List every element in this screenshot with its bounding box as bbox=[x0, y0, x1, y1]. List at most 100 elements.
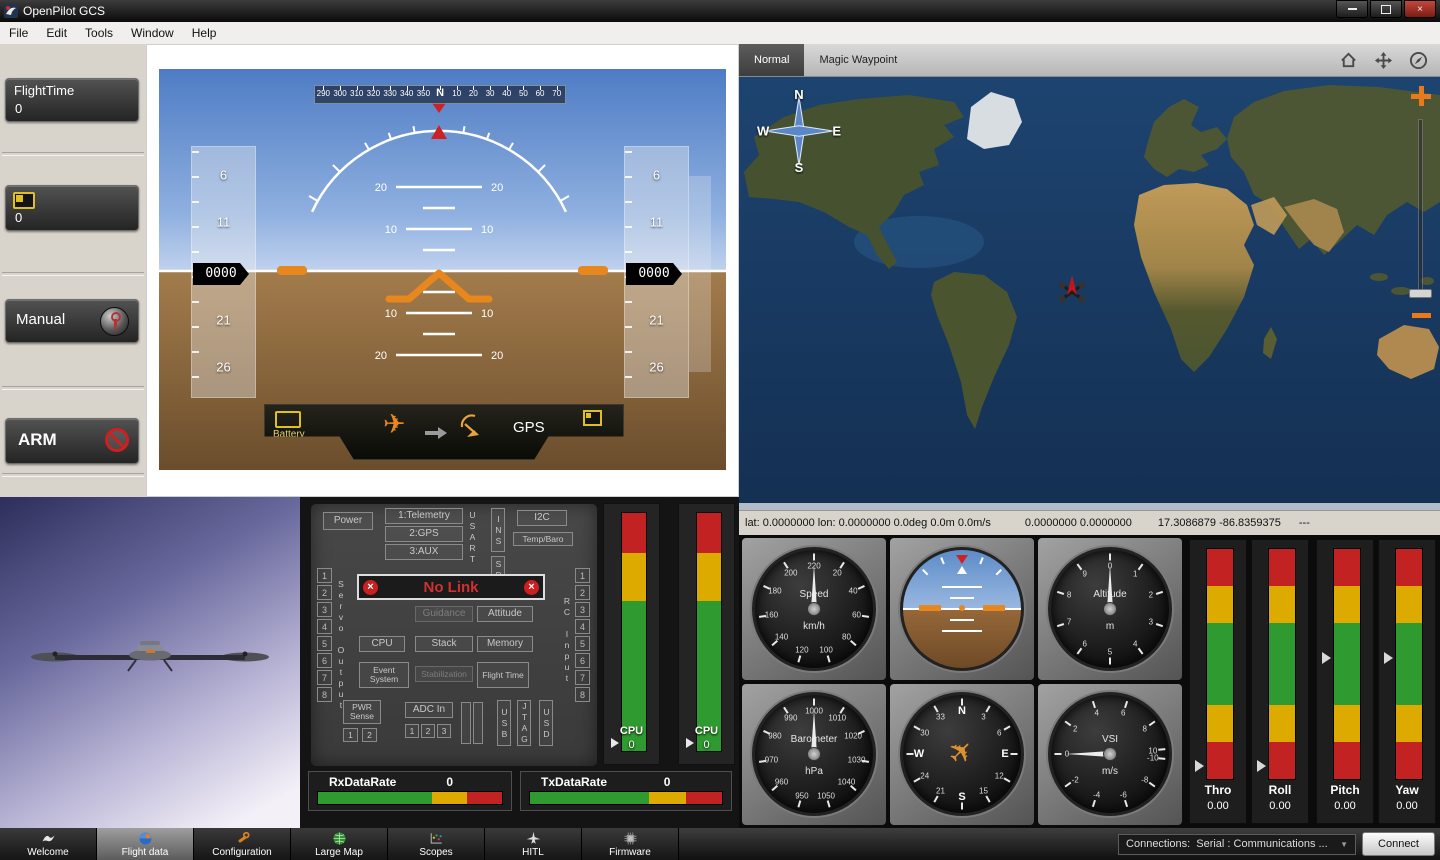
gauge-tick bbox=[985, 706, 990, 713]
map-tab-normal[interactable]: Normal bbox=[739, 44, 804, 76]
tab-hitl[interactable]: HITL bbox=[485, 828, 582, 860]
tab-welcome[interactable]: Welcome bbox=[0, 828, 97, 860]
world-map[interactable]: N S W E bbox=[739, 77, 1440, 510]
connection-dropdown[interactable]: Connections: Serial : Communications ...… bbox=[1118, 834, 1356, 855]
svg-text:10: 10 bbox=[481, 308, 493, 320]
mode-toolbar: WelcomeFlight dataConfigurationLarge Map… bbox=[0, 828, 1440, 860]
slider-value: 0.00 bbox=[1252, 800, 1308, 812]
connection-area: Connections: Serial : Communications ...… bbox=[1118, 828, 1440, 860]
uav-marker-icon[interactable] bbox=[1057, 273, 1087, 309]
battery-value: 0 bbox=[15, 210, 22, 225]
rose-west-label: W bbox=[757, 124, 769, 139]
gauge-tick bbox=[813, 553, 815, 560]
maximize-button[interactable] bbox=[1370, 0, 1402, 18]
no-link-banner: × No Link × bbox=[357, 574, 545, 600]
tab-flight-data[interactable]: Flight data bbox=[97, 828, 194, 860]
pan-move-icon[interactable] bbox=[1374, 51, 1393, 70]
cpu-gauge-label: CPU bbox=[679, 725, 734, 737]
sys-power: Power bbox=[323, 512, 373, 530]
gauge-tick-label: 970 bbox=[765, 756, 778, 765]
model-3d-view[interactable] bbox=[0, 497, 300, 828]
heading-tick bbox=[490, 86, 491, 90]
gauge-hub bbox=[1103, 747, 1117, 761]
sidebar-separator bbox=[2, 272, 144, 276]
gauge-tick bbox=[1138, 563, 1144, 570]
heading-tape: 290300310320330340350N10203040506070 bbox=[314, 85, 566, 104]
map-tabs: NormalMagic Waypoint bbox=[739, 44, 912, 76]
gauge-tick-label: -6 bbox=[1120, 791, 1127, 800]
rose-north-label: N bbox=[794, 87, 803, 102]
gauge-unit: km/h bbox=[755, 621, 873, 632]
gauge-tick bbox=[961, 803, 963, 810]
gauge-tick-label: 30 bbox=[920, 728, 929, 737]
minimize-button[interactable] bbox=[1336, 0, 1368, 18]
gauge-tick-label: 0 bbox=[1108, 561, 1112, 570]
sys-telemetry: 1:Telemetry bbox=[385, 508, 463, 524]
map-compass-rose: N S W E bbox=[757, 89, 841, 173]
barometer-gauge-face: Barometer hPa 95096097098099010001010102… bbox=[752, 692, 876, 816]
gauge-tick-label: 950 bbox=[795, 791, 808, 800]
cpu-gauge-track bbox=[621, 512, 647, 752]
locate-uav-icon[interactable] bbox=[1409, 51, 1428, 70]
heading-mark-60: 60 bbox=[532, 86, 549, 103]
slider-track bbox=[1395, 548, 1423, 780]
altitude-tape: 0000 6112126 bbox=[624, 146, 689, 398]
sys-guidance: Guidance bbox=[415, 606, 473, 622]
rc-channel-6: 6 bbox=[575, 653, 590, 668]
gauge-tick-label: 3 bbox=[981, 713, 985, 722]
heading-mark-40: 40 bbox=[498, 86, 515, 103]
gauge-tick-label: 2 bbox=[1073, 724, 1077, 733]
menu-help[interactable]: Help bbox=[183, 24, 226, 42]
servo-channel-6: 6 bbox=[317, 653, 332, 668]
heading-tick bbox=[557, 86, 558, 90]
connection-value: Serial : Communications ... bbox=[1196, 838, 1327, 850]
mode-tabs: WelcomeFlight dataConfigurationLarge Map… bbox=[0, 828, 679, 860]
menu-file[interactable]: File bbox=[0, 24, 37, 42]
heading-label: 350 bbox=[415, 90, 432, 98]
gauge-tick-label: 4 bbox=[1094, 709, 1098, 718]
map-tab-magic-waypoint[interactable]: Magic Waypoint bbox=[804, 44, 912, 76]
sys-adc-in: ADC In bbox=[405, 702, 453, 718]
tab-configuration[interactable]: Configuration bbox=[194, 828, 291, 860]
gauge-tick-label: 6 bbox=[997, 728, 1001, 737]
connect-button[interactable]: Connect bbox=[1362, 832, 1435, 856]
zoom-in-button[interactable] bbox=[1410, 85, 1432, 107]
gauge-tick bbox=[1149, 721, 1156, 727]
heading-mark-340: 340 bbox=[398, 86, 415, 103]
gauge-tick bbox=[1065, 721, 1072, 727]
heading-tick bbox=[357, 86, 358, 90]
slider-track bbox=[1333, 548, 1361, 780]
title-bar: OpenPilot GCS × bbox=[0, 0, 1440, 22]
close-button[interactable]: × bbox=[1404, 0, 1436, 18]
tab-firmware[interactable]: Firmware bbox=[582, 828, 679, 860]
sidebar-separator bbox=[2, 386, 144, 390]
speed-tape: 0000 6112126 bbox=[191, 146, 256, 398]
speed-value-box: 0000 bbox=[193, 263, 249, 285]
gauge-tick-label: 200 bbox=[784, 568, 797, 577]
rc-channel-2: 2 bbox=[575, 585, 590, 600]
tab-scopes[interactable]: Scopes bbox=[388, 828, 485, 860]
menu-tools[interactable]: Tools bbox=[76, 24, 122, 42]
wrench-icon bbox=[235, 831, 250, 846]
tab-large-map[interactable]: Large Map bbox=[291, 828, 388, 860]
menu-edit[interactable]: Edit bbox=[37, 24, 76, 42]
gauge-tick-label: 980 bbox=[768, 732, 781, 741]
battery-icon bbox=[13, 192, 35, 209]
arm-label: ARM bbox=[18, 430, 57, 450]
zoom-slider-track[interactable] bbox=[1418, 119, 1423, 293]
gauge-tick-label: 60 bbox=[852, 610, 861, 619]
menu-window[interactable]: Window bbox=[122, 24, 183, 42]
minimize-icon bbox=[1348, 8, 1357, 10]
gauge-tick bbox=[1077, 563, 1083, 570]
home-icon[interactable] bbox=[1339, 51, 1358, 70]
zoom-out-button[interactable] bbox=[1412, 313, 1431, 318]
telemetry-indicator-icon bbox=[583, 410, 602, 426]
zoom-slider-handle[interactable] bbox=[1409, 289, 1432, 298]
gauge-hub bbox=[1103, 602, 1117, 616]
gauge-tick-label: 7 bbox=[1067, 618, 1071, 627]
gauge-tick bbox=[813, 699, 815, 706]
gauge-name: VSI bbox=[1051, 734, 1169, 745]
tape-number: 6 bbox=[192, 167, 255, 182]
rc-channel-sliders: Thro 0.00 Roll 0.00 Pitch 0.00 Yaw 0.00 bbox=[1185, 535, 1440, 828]
tx-datarate-value: 0 bbox=[664, 775, 671, 789]
